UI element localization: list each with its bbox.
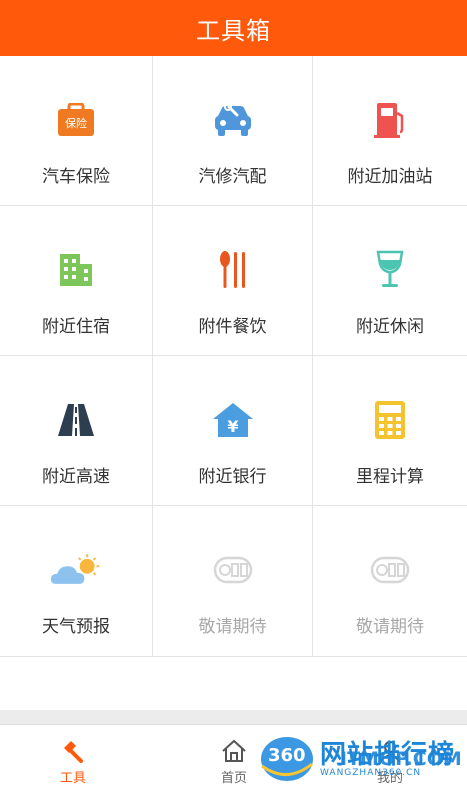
tool-hotel[interactable]: 附近住宿 bbox=[0, 206, 153, 356]
dining-icon bbox=[207, 244, 259, 296]
tool-coming-soon: 敬请期待 bbox=[153, 506, 313, 656]
tool-label: 附近加油站 bbox=[347, 167, 433, 187]
hotel-icon bbox=[50, 244, 102, 296]
tool-label: 汽车保险 bbox=[42, 167, 110, 187]
tool-label: 附近银行 bbox=[198, 467, 267, 487]
wine-glass-icon bbox=[364, 244, 416, 296]
section-divider bbox=[0, 710, 467, 724]
tab-home-label: 首页 bbox=[220, 771, 247, 786]
app-header: 工具箱 bbox=[0, 0, 467, 56]
page-title: 工具箱 bbox=[196, 16, 271, 45]
home-icon bbox=[220, 737, 248, 765]
tool-coming-soon: 敬请期待 bbox=[313, 506, 467, 656]
svg-text:¥: ¥ bbox=[227, 417, 238, 436]
tool-dining[interactable]: 附件餐饮 bbox=[153, 206, 313, 356]
watermark-brand: ITMOP.COM bbox=[340, 748, 462, 770]
tool-leisure[interactable]: 附近休闲 bbox=[313, 206, 467, 356]
tool-label: 附件餐饮 bbox=[198, 317, 267, 337]
car-insurance-icon-text: 保险 bbox=[65, 117, 87, 130]
tool-label: 里程计算 bbox=[356, 467, 424, 487]
bank-icon: ¥ bbox=[207, 394, 259, 446]
tool-gas-station[interactable]: 附近加油站 bbox=[313, 56, 467, 206]
tool-label: 天气预报 bbox=[42, 617, 110, 637]
tool-mileage-calculator[interactable]: 里程计算 bbox=[313, 356, 467, 506]
tool-car-repair[interactable]: 汽修汽配 bbox=[153, 56, 313, 206]
car-repair-icon bbox=[207, 94, 259, 146]
tool-highway[interactable]: 附近高速 bbox=[0, 356, 153, 506]
tool-weather[interactable]: 天气预报 bbox=[0, 506, 153, 656]
tool-label: 敬请期待 bbox=[198, 617, 267, 637]
car-insurance-icon: 保险 bbox=[50, 94, 102, 146]
tool-label: 敬请期待 bbox=[356, 617, 424, 637]
tool-grid: 保险 汽车保险 汽修汽配 附近加油站 附近住宿 附件餐饮 附近休闲 附近高速 ¥… bbox=[0, 56, 467, 657]
highway-icon bbox=[50, 394, 102, 446]
tab-tools-label: 工具 bbox=[59, 771, 86, 786]
gas-station-icon bbox=[364, 94, 416, 146]
hammer-icon bbox=[59, 737, 87, 765]
coming-soon-icon bbox=[207, 544, 259, 596]
tool-label: 汽修汽配 bbox=[198, 167, 267, 187]
weather-icon bbox=[50, 544, 102, 596]
calculator-icon bbox=[364, 394, 416, 446]
tool-label: 附近住宿 bbox=[42, 317, 110, 337]
tool-car-insurance[interactable]: 保险 汽车保险 bbox=[0, 56, 153, 206]
tool-label: 附近休闲 bbox=[356, 317, 424, 337]
tool-label: 附近高速 bbox=[42, 467, 110, 487]
coming-soon-icon bbox=[364, 544, 416, 596]
tab-tools[interactable]: 工具 bbox=[28, 725, 118, 790]
watermark-number: 360 bbox=[268, 745, 306, 766]
tool-bank[interactable]: ¥ 附近银行 bbox=[153, 356, 313, 506]
